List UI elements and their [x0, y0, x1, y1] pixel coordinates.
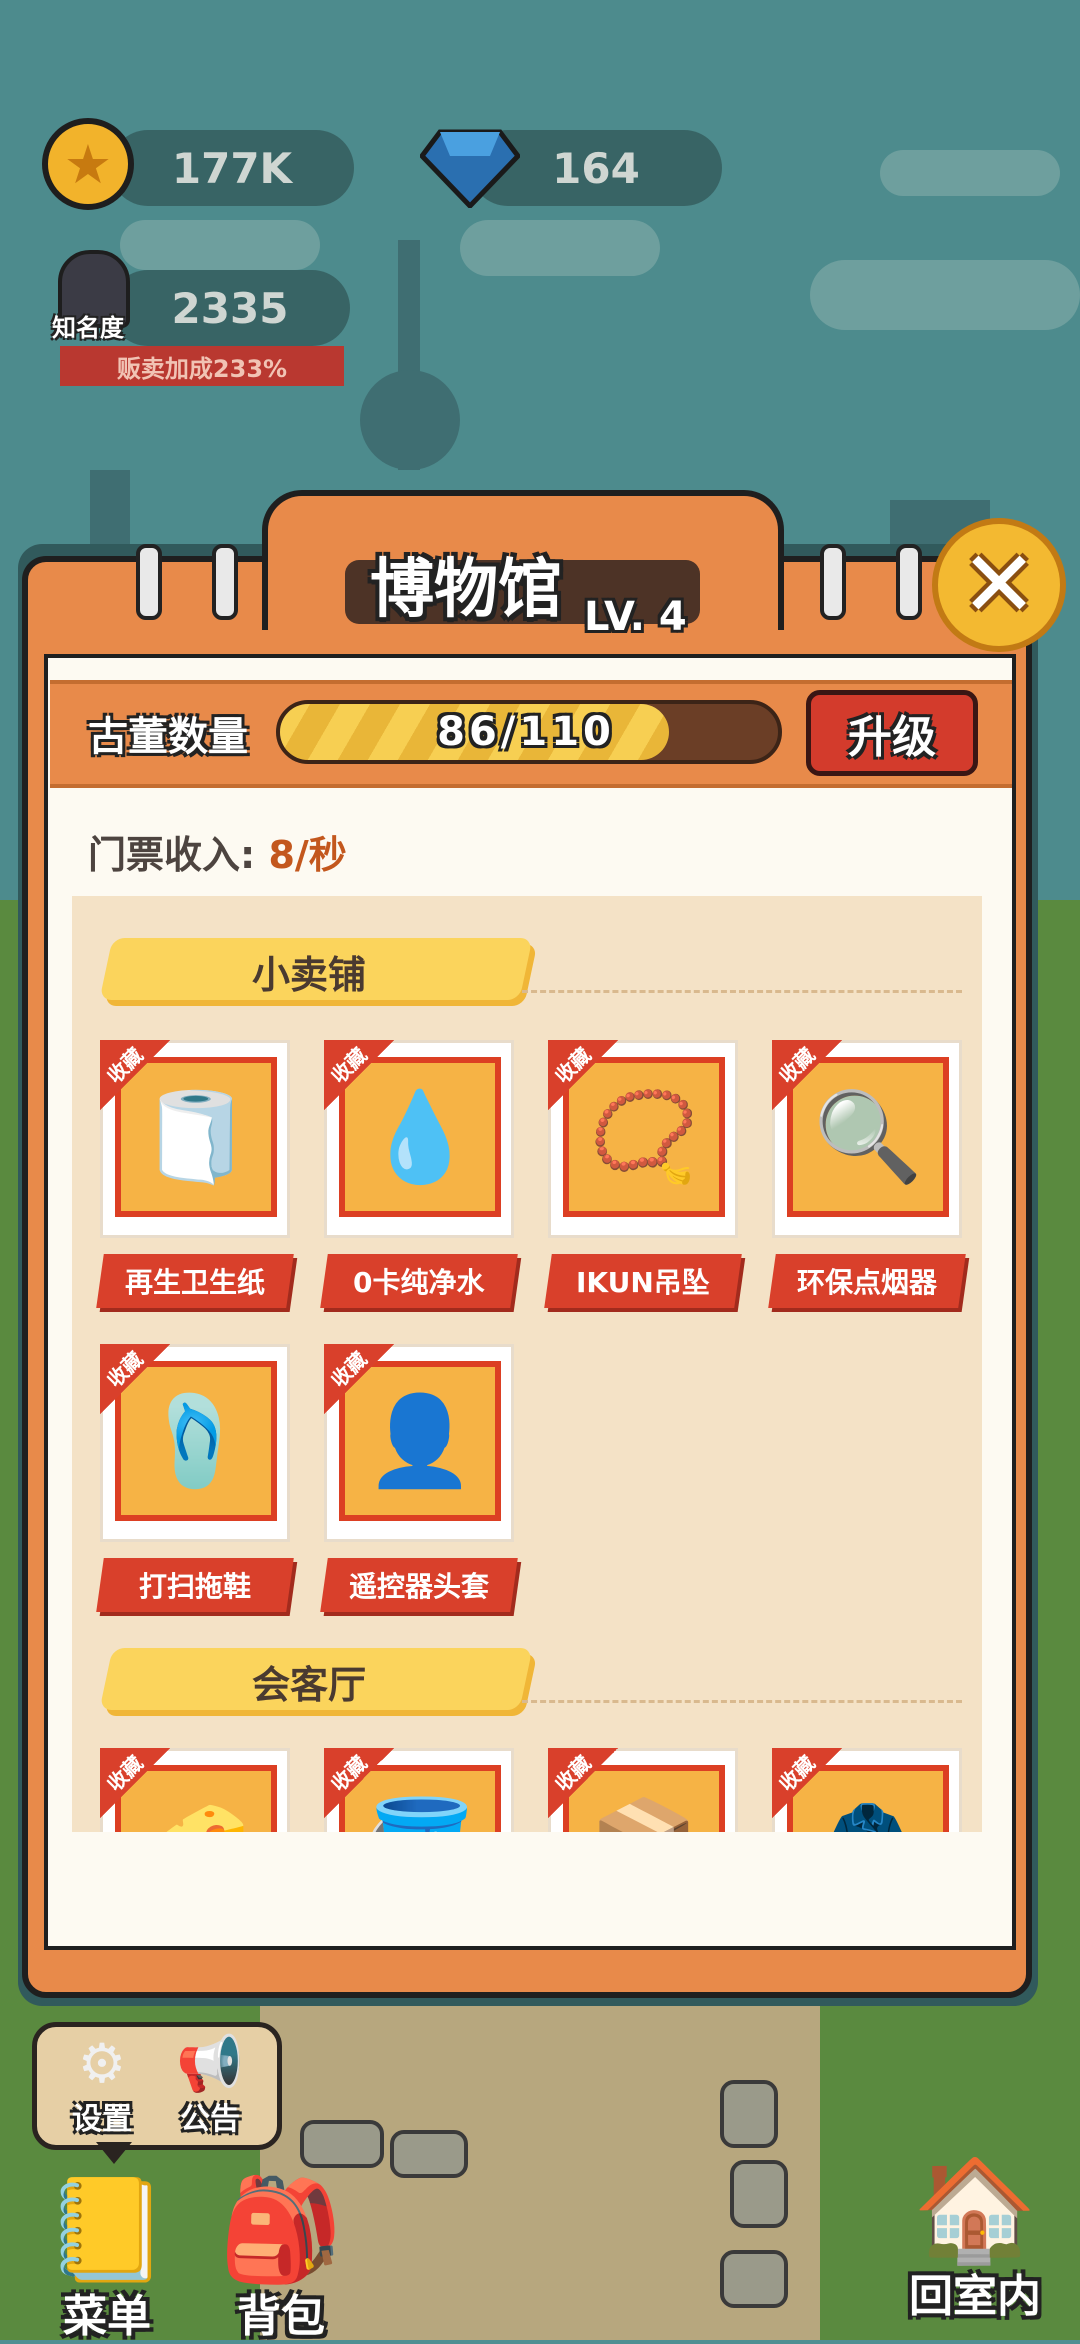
item-name: 遥控器头套: [348, 1570, 489, 1603]
coin-counter: 177K: [110, 130, 354, 206]
page-title: 博物馆: [370, 553, 562, 627]
gem-amount: 164: [552, 143, 640, 193]
item-name: 再生卫生纸: [124, 1266, 265, 1299]
section-divider: [522, 990, 962, 993]
collection-item[interactable]: 🧀 收藏: [100, 1748, 290, 1832]
collection-item[interactable]: 📿 收藏 IKUN吊坠: [544, 1040, 742, 1330]
settings-label: 设置: [72, 2102, 132, 2137]
go-indoor-label: 回室内: [909, 2271, 1041, 2322]
bubble-tail: [96, 2142, 132, 2164]
stone: [720, 2250, 788, 2308]
cloud: [120, 220, 320, 270]
megaphone-icon: 📢: [176, 2032, 244, 2095]
go-indoor-button[interactable]: 🏠 回室内: [880, 2150, 1070, 2322]
collection-item[interactable]: 🔍 收藏 环保点烟器: [768, 1040, 966, 1330]
ticket-income-value: 8/秒: [268, 833, 347, 877]
stone: [720, 2080, 778, 2148]
close-button[interactable]: ✕: [932, 518, 1066, 652]
binder-ring: [136, 544, 162, 620]
notice-label: 公告: [180, 2102, 240, 2137]
item-name-tag: 环保点烟器: [768, 1254, 966, 1308]
ticket-income: 门票收入: 8/秒: [88, 824, 347, 879]
fame-value: 2335: [171, 283, 289, 333]
fame-counter: 2335: [110, 270, 350, 346]
collection-item[interactable]: 👤 收藏 遥控器头套: [320, 1344, 518, 1634]
binder-ring: [896, 544, 922, 620]
close-x-icon: ✕: [960, 531, 1038, 638]
house-arrow-icon: 🏠: [912, 2151, 1038, 2268]
collection-item[interactable]: 📦 收藏: [548, 1748, 738, 1832]
upgrade-button[interactable]: 升级: [806, 690, 978, 776]
bag-button[interactable]: 🎒 背包: [196, 2170, 366, 2342]
settings-button[interactable]: ⚙ 设置: [52, 2034, 152, 2144]
item-name-tag: IKUN吊坠: [544, 1254, 742, 1308]
tv-tower-sphere: [360, 370, 460, 470]
collection-list[interactable]: 小卖铺 🧻 收藏 再生卫生纸 💧 收藏 0卡纯净水 📿 收藏 IKUN吊坠 🔍 …: [72, 896, 982, 1832]
cloud: [880, 150, 1060, 196]
gold-coin-icon: ★: [42, 118, 134, 210]
section-divider: [522, 1700, 962, 1703]
cloud: [460, 220, 660, 276]
menu-button[interactable]: 📒 菜单: [22, 2170, 192, 2342]
item-name: IKUN吊坠: [576, 1266, 710, 1299]
diamond-icon: [420, 129, 520, 208]
item-name: 打扫拖鞋: [138, 1570, 251, 1603]
section-title-snack-shop: 小卖铺: [252, 953, 367, 997]
coin-amount: 177K: [171, 143, 293, 193]
notice-button[interactable]: 📢 公告: [160, 2034, 260, 2144]
collection-item[interactable]: 🪣 收藏: [324, 1748, 514, 1832]
stone: [300, 2120, 384, 2168]
collection-item[interactable]: 🧥 收藏: [772, 1748, 962, 1832]
binder-ring: [820, 544, 846, 620]
item-name-tag: 再生卫生纸: [96, 1254, 294, 1308]
level-badge: LV. 4: [584, 594, 687, 640]
stone: [390, 2130, 468, 2178]
item-name: 0卡纯净水: [353, 1266, 485, 1299]
item-name-tag: 打扫拖鞋: [96, 1558, 294, 1612]
gear-icon: ⚙: [77, 2032, 127, 2095]
collection-item[interactable]: 🩴 收藏 打扫拖鞋: [96, 1344, 294, 1634]
sales-bonus-banner: 贩卖加成233%: [60, 346, 344, 386]
antique-progress-text: 86/110: [437, 709, 615, 755]
item-name-tag: 遥控器头套: [320, 1558, 518, 1612]
fame-label: 知名度: [52, 314, 124, 342]
menu-book-icon: 📒: [44, 2171, 170, 2288]
ticket-income-label: 门票收入:: [88, 833, 256, 877]
collection-item[interactable]: 🧻 收藏 再生卫生纸: [96, 1040, 294, 1330]
stone: [730, 2160, 788, 2228]
item-name: 环保点烟器: [796, 1266, 937, 1299]
sales-bonus-text: 贩卖加成233%: [116, 354, 288, 383]
item-name-tag: 0卡纯净水: [320, 1254, 518, 1308]
backpack-icon: 🎒: [218, 2171, 344, 2288]
collection-item[interactable]: 💧 收藏 0卡纯净水: [320, 1040, 518, 1330]
section-title-reception-room: 会客厅: [252, 1663, 367, 1707]
antique-count-label: 古董数量: [88, 714, 248, 760]
binder-ring: [212, 544, 238, 620]
cloud: [810, 260, 1080, 330]
